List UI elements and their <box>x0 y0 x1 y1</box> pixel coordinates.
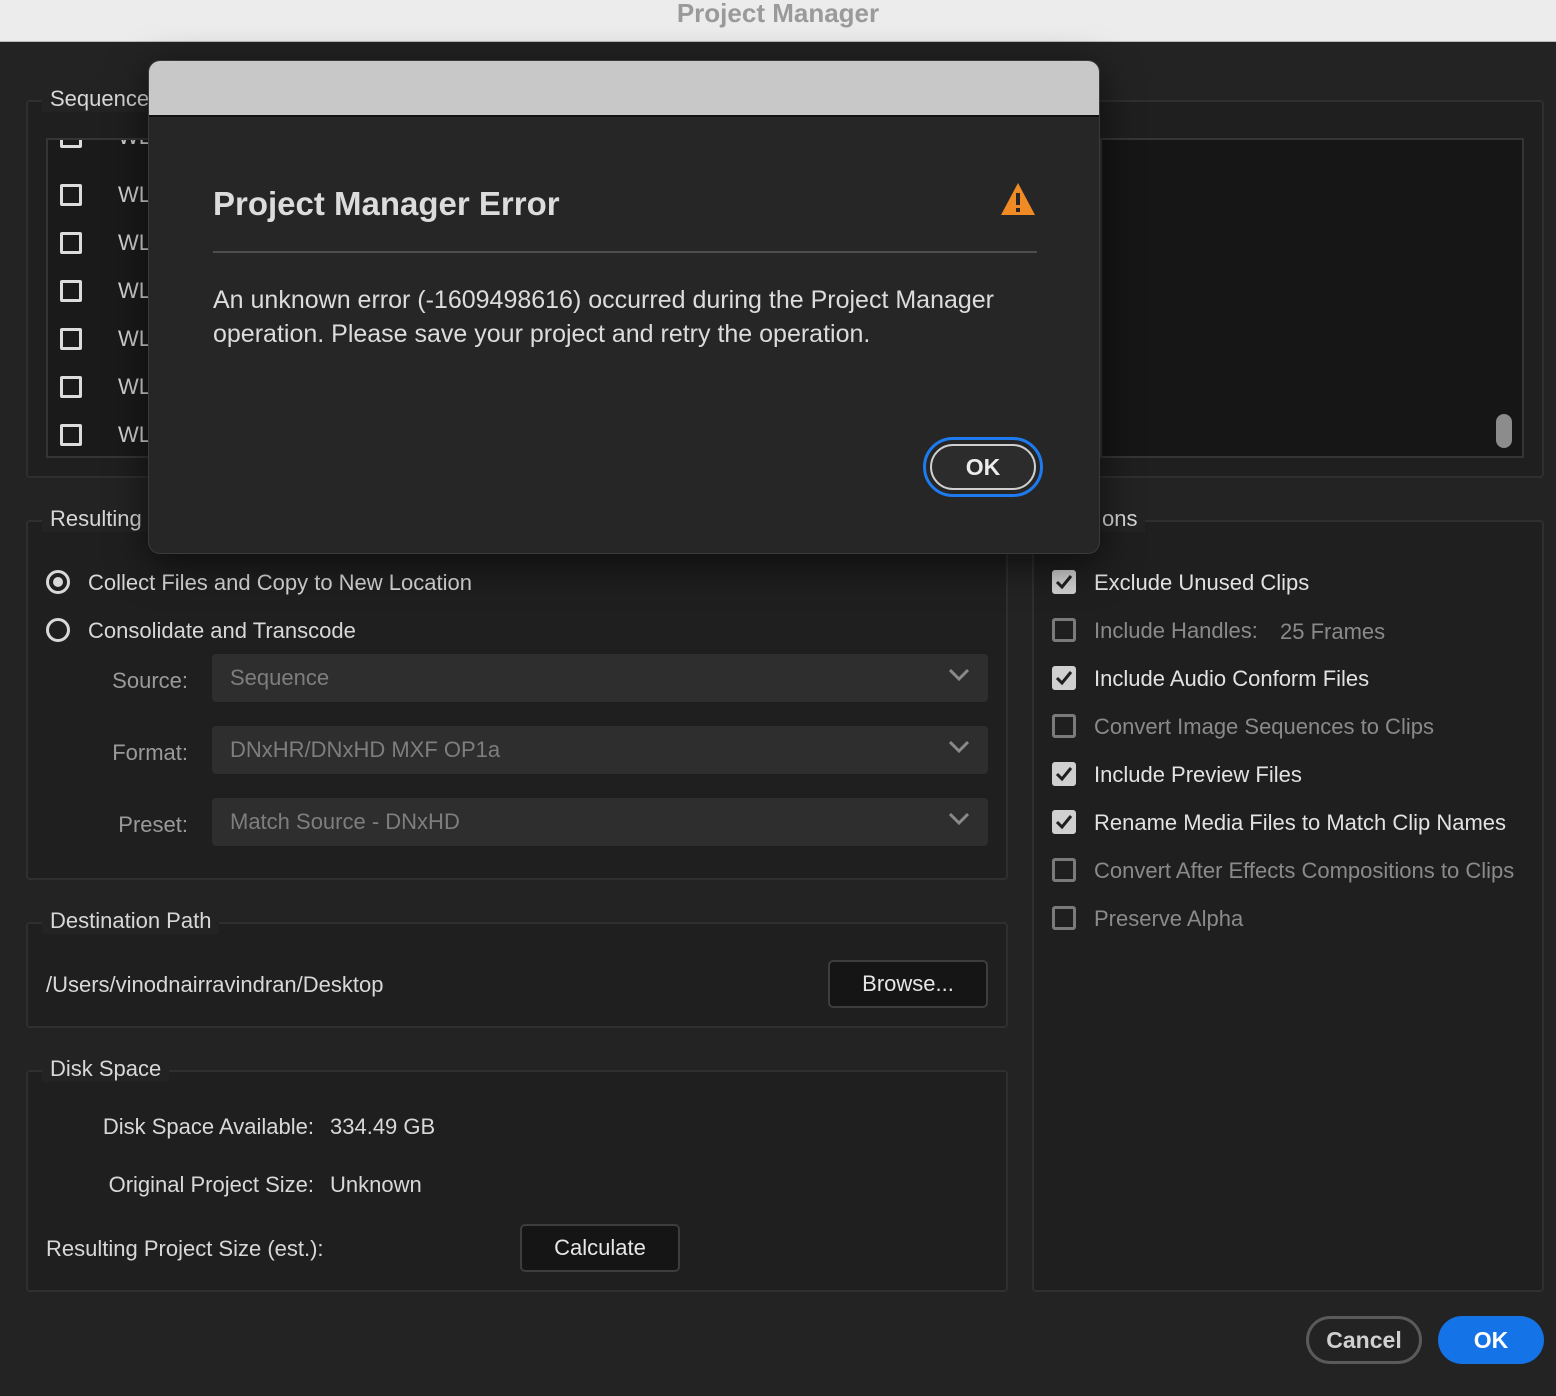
calculate-button[interactable]: Calculate <box>520 1224 680 1272</box>
include-audio-conform-checkbox[interactable] <box>1052 666 1076 690</box>
sequence-item-checkbox[interactable] <box>60 328 82 350</box>
chevron-down-icon <box>948 668 970 687</box>
consolidate-transcode-label: Consolidate and Transcode <box>88 618 356 643</box>
rename-media-files-checkbox[interactable] <box>1052 810 1076 834</box>
format-select[interactable]: DNxHR/DNxHD MXF OP1a <box>212 726 988 774</box>
format-select-value: DNxHR/DNxHD MXF OP1a <box>230 737 501 762</box>
sequence-item[interactable]: WL <box>48 364 154 412</box>
preview-scrollbar[interactable] <box>1496 414 1512 448</box>
original-size-label: Original Project Size: <box>108 1172 314 1197</box>
destination-group-label: Destination Path <box>42 908 220 934</box>
preset-select[interactable]: Match Source - DNxHD <box>212 798 988 846</box>
include-preview-files-label: Include Preview Files <box>1094 762 1302 787</box>
options-group-label: ons <box>1094 506 1146 532</box>
browse-button[interactable]: Browse... <box>828 960 988 1008</box>
sequence-item[interactable]: WL <box>48 412 154 456</box>
convert-image-sequences-label: Convert Image Sequences to Clips <box>1094 714 1434 739</box>
resulting-project-group-label: Resulting I <box>42 506 162 532</box>
sequence-item-checkbox[interactable] <box>60 232 82 254</box>
sequence-group-label: Sequence <box>42 86 158 112</box>
error-dialog-message: An unknown error (-1609498616) occurred … <box>213 286 995 348</box>
sequence-item-checkbox[interactable] <box>60 280 82 302</box>
original-size-value: Unknown <box>330 1172 422 1197</box>
source-label: Source: <box>112 668 188 693</box>
ok-button[interactable]: OK <box>1438 1316 1544 1364</box>
preserve-alpha-label: Preserve Alpha <box>1094 906 1244 931</box>
warning-icon <box>999 181 1037 222</box>
source-select-value: Sequence <box>230 665 330 690</box>
collect-files-label: Collect Files and Copy to New Location <box>88 570 472 595</box>
error-dialog-separator <box>213 251 1037 253</box>
collect-files-radio[interactable] <box>46 570 70 594</box>
format-label: Format: <box>112 740 188 765</box>
sequence-item-checkbox[interactable] <box>60 140 82 148</box>
convert-ae-compositions-label: Convert After Effects Compositions to Cl… <box>1094 858 1515 883</box>
sequence-item-name: WL <box>118 422 151 447</box>
cancel-button[interactable]: Cancel <box>1306 1316 1422 1364</box>
disk-space-group-label: Disk Space <box>42 1056 170 1082</box>
sequence-item[interactable]: WL <box>48 172 154 220</box>
error-dialog-ok-button[interactable]: OK <box>930 444 1036 490</box>
include-preview-files-checkbox[interactable] <box>1052 762 1076 786</box>
sequence-item-checkbox[interactable] <box>60 184 82 206</box>
window-titlebar: Project Manager <box>0 0 1556 42</box>
error-dialog-titlebar[interactable] <box>149 61 1099 117</box>
sequence-list[interactable]: WL WL WL WL WL WL WL <box>46 138 156 458</box>
sequence-item-name: WL <box>118 374 151 399</box>
exclude-unused-clips-checkbox[interactable] <box>1052 570 1076 594</box>
sequence-item[interactable]: WL <box>48 220 154 268</box>
preset-label: Preset: <box>118 812 188 837</box>
destination-path: /Users/vinodnairravindran/Desktop <box>46 972 384 997</box>
exclude-unused-clips-label: Exclude Unused Clips <box>1094 570 1310 595</box>
convert-image-sequences-checkbox[interactable] <box>1052 714 1076 738</box>
include-audio-conform-label: Include Audio Conform Files <box>1094 666 1370 691</box>
include-handles-label: Include Handles: <box>1094 618 1258 643</box>
consolidate-transcode-radio[interactable] <box>46 618 70 642</box>
window-title: Project Manager <box>676 0 880 28</box>
resulting-size-label: Resulting Project Size (est.): <box>46 1236 324 1261</box>
disk-available-label: Disk Space Available: <box>102 1114 314 1139</box>
sequence-item[interactable]: WL <box>48 268 154 316</box>
sequence-item-name: WL <box>118 182 151 207</box>
include-handles-checkbox[interactable] <box>1052 618 1076 642</box>
sequence-item[interactable]: WL <box>48 140 154 162</box>
sequence-item-name: WL <box>118 230 151 255</box>
disk-available-value: 334.49 GB <box>330 1114 436 1139</box>
sequence-item-checkbox[interactable] <box>60 376 82 398</box>
rename-media-files-label: Rename Media Files to Match Clip Names <box>1094 810 1507 835</box>
error-dialog-title: Project Manager Error <box>213 185 560 222</box>
source-select[interactable]: Sequence <box>212 654 988 702</box>
sequence-item[interactable]: WL <box>48 316 154 364</box>
sequence-item-name: WL <box>118 278 151 303</box>
sequence-preview-panel <box>1100 138 1524 458</box>
error-dialog-ok-focus-ring: OK <box>923 437 1043 497</box>
include-handles-frames[interactable]: 25 Frames <box>1280 619 1385 645</box>
preserve-alpha-checkbox[interactable] <box>1052 906 1076 930</box>
chevron-down-icon <box>948 812 970 831</box>
error-dialog: Project Manager Error An unknown error (… <box>148 60 1100 554</box>
chevron-down-icon <box>948 740 970 759</box>
sequence-item-checkbox[interactable] <box>60 424 82 446</box>
sequence-item-name: WL <box>118 140 151 150</box>
preset-select-value: Match Source - DNxHD <box>230 809 460 834</box>
sequence-item-name: WL <box>118 326 151 351</box>
convert-ae-compositions-checkbox[interactable] <box>1052 858 1076 882</box>
